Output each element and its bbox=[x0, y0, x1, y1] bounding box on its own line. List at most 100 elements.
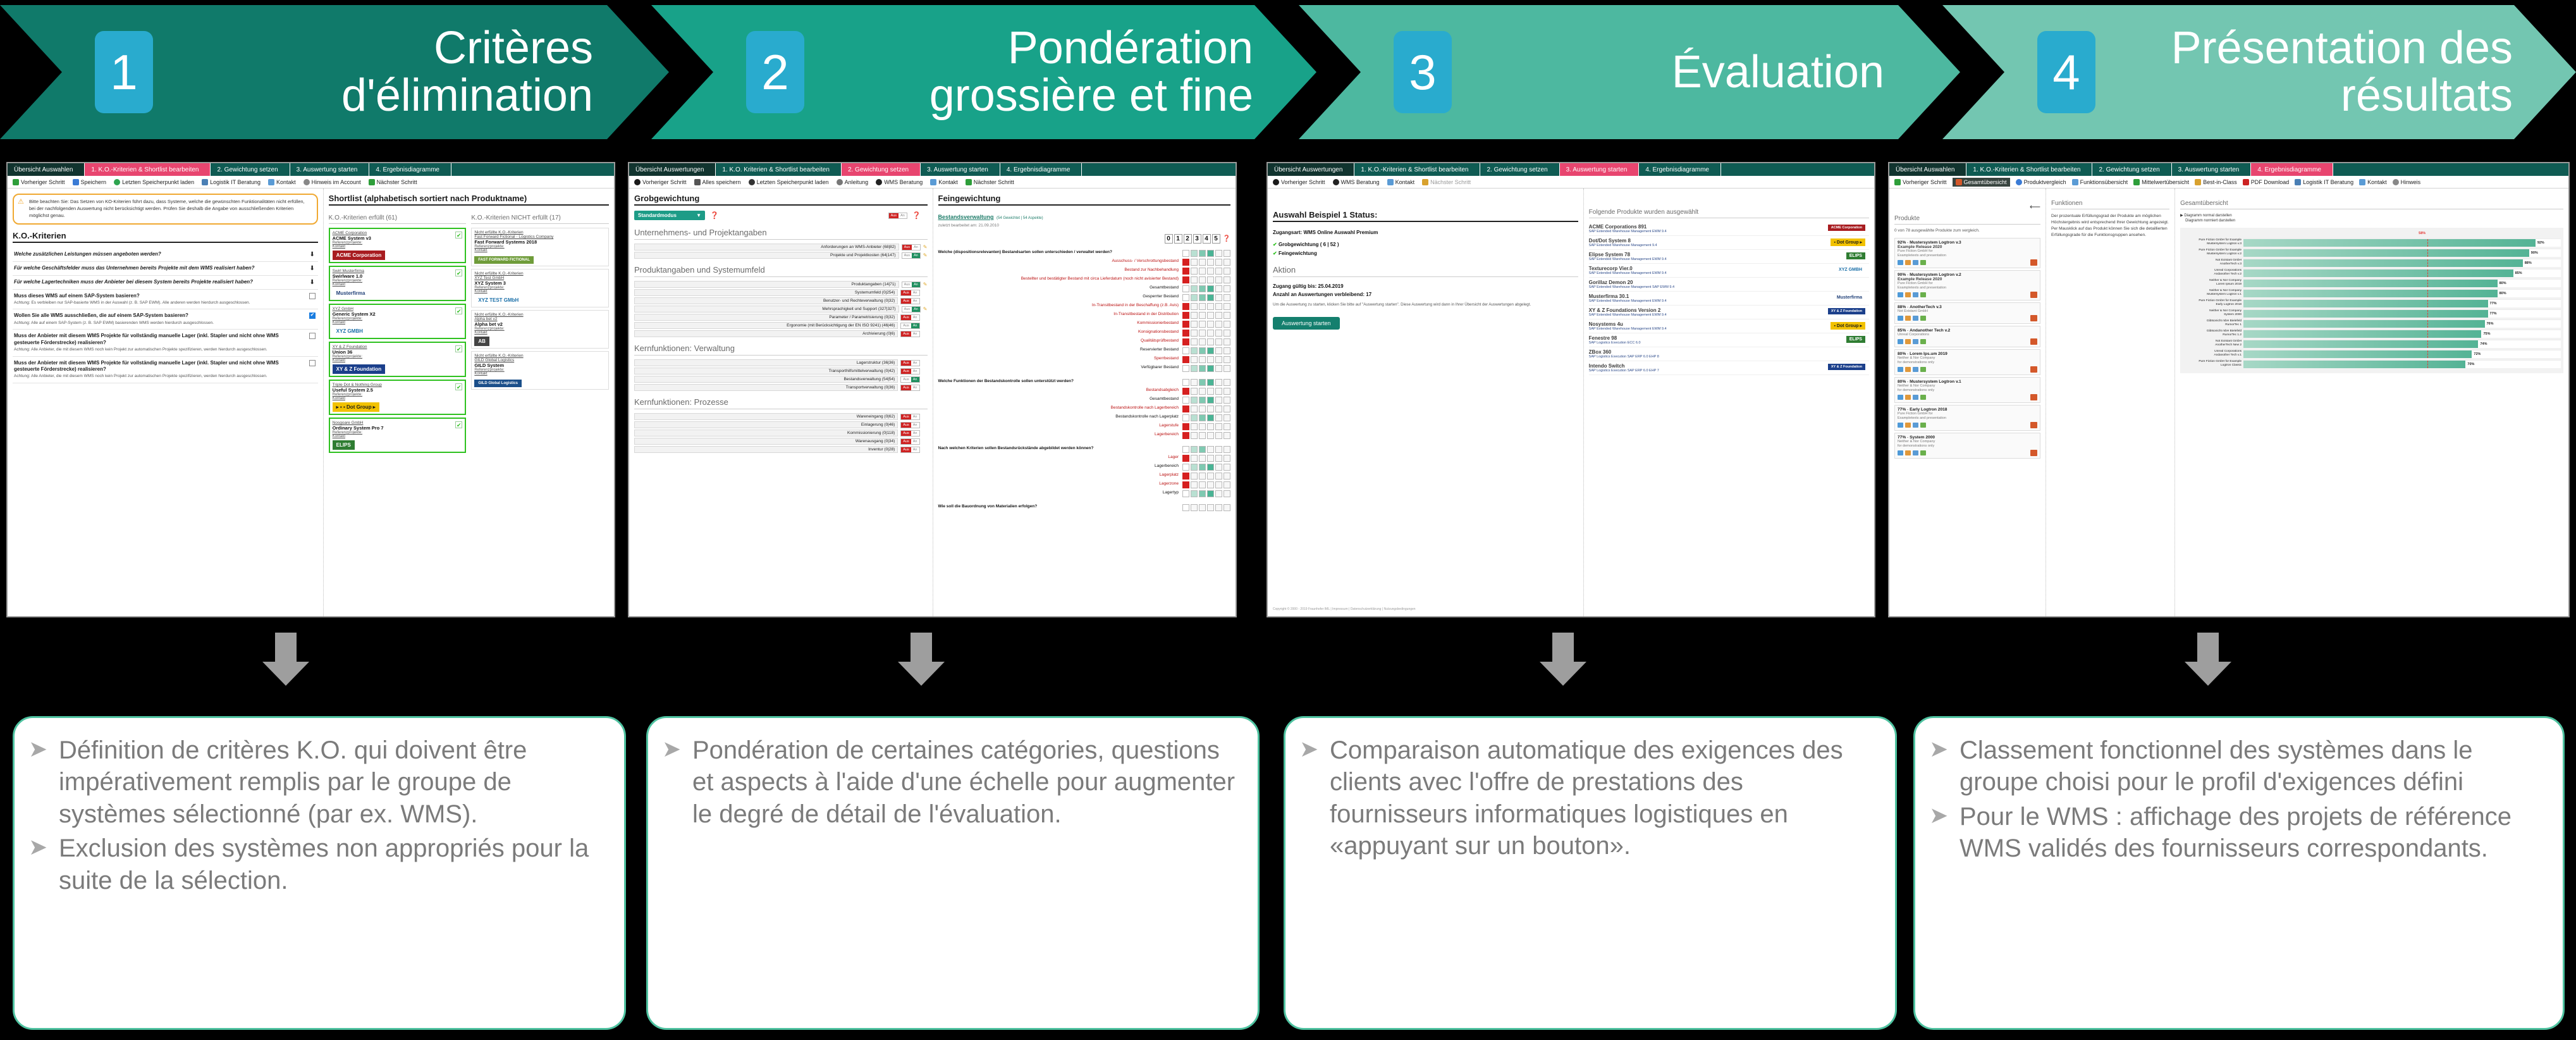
ko-checkbox-checked[interactable] bbox=[309, 312, 316, 319]
selected-product-row[interactable]: ZBox 360 SAP Logistics Execution SAP ERP … bbox=[1588, 347, 1869, 361]
weighting-row[interactable]: Ergonomie (mit Berücksichtigung der EN I… bbox=[634, 322, 928, 329]
mail-icon[interactable] bbox=[1913, 259, 1918, 265]
weighting-toggle[interactable]: Aus An bbox=[900, 421, 920, 428]
scale-cell[interactable] bbox=[1215, 303, 1222, 310]
scale-cell[interactable] bbox=[1215, 276, 1222, 283]
scale-cell[interactable] bbox=[1191, 414, 1198, 421]
fein-aspect-scale[interactable] bbox=[1182, 490, 1230, 497]
fein-question-row[interactable]: Nach welchen Kriterien sollen Bestandsrü… bbox=[938, 446, 1230, 453]
wizard-seg-evaluation[interactable]: 3. Auswertung starten bbox=[2171, 163, 2252, 176]
scale-cell[interactable] bbox=[1199, 414, 1206, 421]
scale-cell[interactable] bbox=[1191, 338, 1198, 345]
reference-icon[interactable] bbox=[1905, 292, 1911, 297]
scale-cell-zero[interactable] bbox=[1182, 338, 1189, 345]
fein-question-row[interactable]: Welche Funktionen der Bestandskontrolle … bbox=[938, 379, 1230, 386]
bar-chart-icon[interactable] bbox=[2030, 421, 2038, 428]
chart-bar-row[interactable]: Pure Fiction GmbH for Example Mustersyste… bbox=[2183, 238, 2561, 247]
scale-cell[interactable] bbox=[1224, 347, 1230, 354]
scale-cell[interactable] bbox=[1224, 276, 1230, 283]
clipboard-icon[interactable] bbox=[1920, 422, 1926, 428]
reference-icon[interactable] bbox=[1905, 422, 1911, 428]
scale-cell[interactable] bbox=[1191, 388, 1198, 395]
ko-question-row[interactable]: Für welche Lagertechniken muss der Anbie… bbox=[13, 276, 318, 290]
scale-cell[interactable] bbox=[1199, 446, 1206, 453]
scale-cell[interactable] bbox=[1207, 464, 1214, 471]
scale-cell[interactable] bbox=[1224, 259, 1230, 266]
scale-cell[interactable] bbox=[1215, 464, 1222, 471]
fein-aspect-scale[interactable] bbox=[1182, 397, 1230, 404]
vendor-link[interactable]: Kontakt bbox=[333, 359, 463, 362]
toolbar-item-overview-active[interactable]: Gesamtübersicht bbox=[1952, 177, 2010, 187]
vendor-card[interactable]: Swirl Musterfirma Swirlware 1.0 Referenzpr… bbox=[328, 266, 467, 301]
toolbar-item-contact[interactable]: Kontakt bbox=[268, 178, 296, 185]
radio-diagram-normal[interactable]: ▶ Diagramm normal darstellen bbox=[2180, 213, 2563, 218]
scale-cell[interactable] bbox=[1207, 490, 1214, 497]
fein-aspect-scale[interactable] bbox=[1182, 365, 1230, 372]
weighting-toggle[interactable]: Aus An bbox=[900, 314, 920, 321]
scale-cell[interactable] bbox=[1215, 285, 1222, 292]
clipboard-icon[interactable] bbox=[1920, 338, 1926, 344]
wizard-seg-evaluation[interactable]: 3. Auswertung starten bbox=[1559, 163, 1640, 176]
scale-cell[interactable] bbox=[1215, 481, 1222, 488]
scale-cell[interactable] bbox=[1224, 455, 1230, 462]
global-toggle[interactable]: Aus An bbox=[888, 212, 907, 219]
weighting-toggle[interactable]: Aus An bbox=[900, 430, 920, 436]
scale-cell[interactable] bbox=[1191, 259, 1198, 266]
vendor-link[interactable]: Kontakt bbox=[474, 290, 606, 294]
fein-aspect-scale[interactable] bbox=[1182, 473, 1230, 480]
fein-question-row[interactable]: Wie soll die Bauordnung von Materialien … bbox=[938, 504, 1230, 511]
scale-cell[interactable] bbox=[1199, 285, 1206, 292]
wizard-seg-evaluation[interactable]: 3. Auswertung starten bbox=[921, 163, 1000, 176]
scale-cell[interactable] bbox=[1224, 423, 1230, 430]
scale-cell[interactable] bbox=[1191, 294, 1198, 301]
scale-cell[interactable] bbox=[1191, 365, 1198, 372]
vendor-card[interactable]: Nicht erfüllte K.O.-Kriterien GILD Global… bbox=[471, 351, 609, 390]
ko-checkbox[interactable] bbox=[309, 359, 316, 366]
weighting-toggle[interactable]: Aus An bbox=[900, 359, 920, 366]
scale-cell[interactable] bbox=[1215, 432, 1222, 439]
selected-product-row[interactable]: Intendo Switch SAP Logistics Execution SA… bbox=[1588, 361, 1869, 375]
vendor-link[interactable]: Kontakt bbox=[333, 321, 463, 325]
scale-cell[interactable] bbox=[1215, 365, 1222, 372]
scale-cell[interactable] bbox=[1224, 473, 1230, 480]
mail-icon[interactable] bbox=[1913, 315, 1918, 321]
banner-step-2[interactable]: 2 Pondération grossière et fine bbox=[651, 5, 1316, 139]
scale-digit[interactable]: 5 bbox=[1211, 234, 1220, 244]
scale-cell[interactable] bbox=[1191, 356, 1198, 363]
edit-pencil-icon[interactable]: ✎ bbox=[923, 306, 928, 312]
scale-cell-zero[interactable] bbox=[1182, 365, 1189, 372]
result-product-card[interactable]: 85% - Andanother Tech v.2 Unreal Corporat… bbox=[1894, 325, 2041, 347]
chart-bar-row[interactable]: Not Existant GmbH AnotherTech New 2 74% bbox=[2183, 339, 2561, 348]
weighting-toggle[interactable]: Aus An bbox=[900, 368, 920, 375]
scale-cell[interactable] bbox=[1215, 405, 1222, 412]
banner-step-1[interactable]: 1 Critères d'élimination bbox=[0, 5, 669, 139]
scale-cell[interactable] bbox=[1199, 388, 1206, 395]
scale-cell[interactable] bbox=[1199, 365, 1206, 372]
vendor-link[interactable]: Kontakt bbox=[474, 331, 606, 335]
scale-cell[interactable] bbox=[1199, 504, 1206, 511]
scale-cell[interactable] bbox=[1191, 397, 1198, 404]
weighting-row[interactable]: Transportverwaltung (0|36) Aus An bbox=[634, 384, 928, 391]
selected-product-row[interactable]: Elipse System 78 SAP Extended Warehouse M… bbox=[1588, 250, 1869, 264]
fein-aspect-scale[interactable] bbox=[1182, 330, 1230, 337]
start-evaluation-button[interactable]: Auswertung starten bbox=[1273, 316, 1340, 330]
fein-aspect-scale[interactable] bbox=[1182, 414, 1230, 421]
mail-icon[interactable] bbox=[1913, 338, 1918, 344]
chart-bar-row[interactable]: Gibtsonicht mbH Bielefeld RumorTec 1.2 75% bbox=[2183, 329, 2561, 338]
weighting-row[interactable]: Wareneingang (0|62) Aus An bbox=[634, 413, 928, 420]
toolbar-item-load-save[interactable]: Letzten Speicherpunkt laden bbox=[748, 178, 829, 185]
toolbar-item-next-step[interactable]: Nächster Schritt bbox=[368, 178, 417, 185]
weighting-row[interactable]: Anforderungen an WMS-Anbieter (68|82) Aus… bbox=[634, 244, 928, 251]
fein-aspect-row[interactable]: Qualitätsprüfbestand bbox=[938, 338, 1230, 345]
wizard-seg-results[interactable]: 4. Ergebnisdiagramme bbox=[369, 163, 451, 176]
scale-cell[interactable] bbox=[1207, 338, 1214, 345]
fein-aspect-scale[interactable] bbox=[1182, 268, 1230, 275]
toolbar-item-pdf-download[interactable]: PDF Download bbox=[2242, 178, 2289, 185]
scale-cell[interactable] bbox=[1182, 250, 1189, 257]
fein-aspect-scale[interactable] bbox=[1182, 276, 1230, 283]
edit-pencil-icon[interactable]: ✎ bbox=[923, 252, 928, 258]
scale-cell[interactable] bbox=[1191, 446, 1198, 453]
toolbar-item-hint[interactable]: Hinweis bbox=[2392, 178, 2420, 185]
scale-cell[interactable] bbox=[1191, 405, 1198, 412]
weighting-toggle[interactable]: Aus An bbox=[900, 413, 920, 420]
